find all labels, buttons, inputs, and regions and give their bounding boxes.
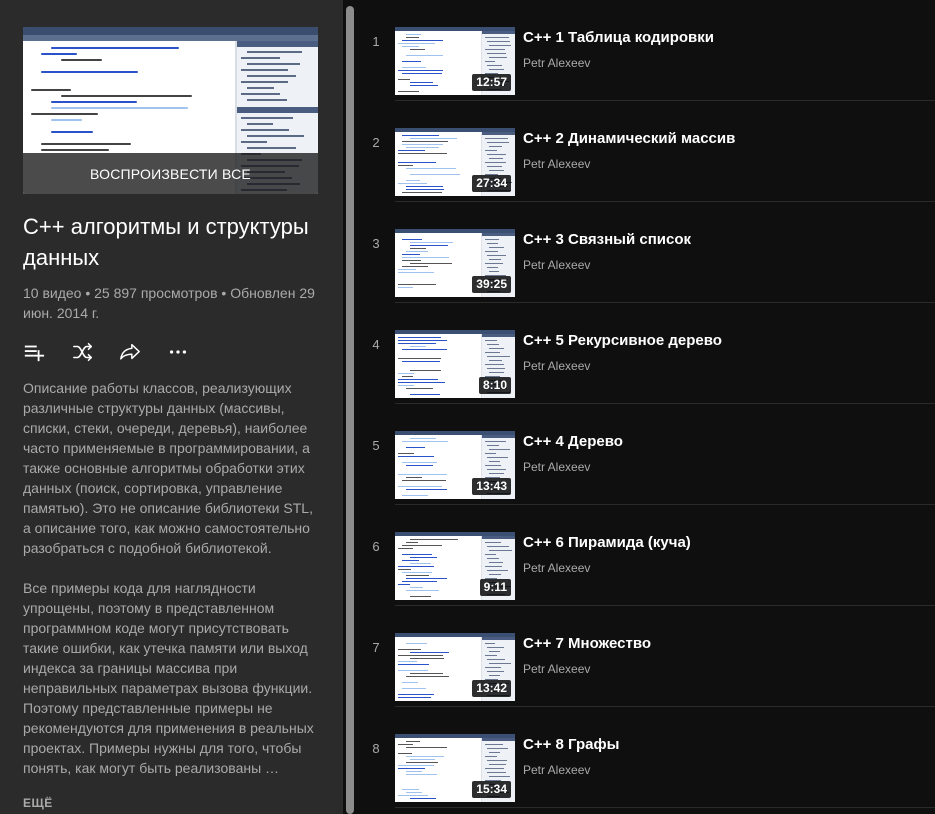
video-index: 1 — [372, 34, 380, 49]
video-channel[interactable]: Petr Alexeev — [523, 662, 590, 676]
video-title[interactable]: C++ 7 Множество — [523, 635, 651, 652]
video-thumbnail[interactable]: 15:34 — [395, 734, 515, 802]
thumb-code-area — [395, 132, 481, 196]
play-all-label: ВОСПРОИЗВЕСТИ ВСЕ — [90, 165, 251, 182]
scrollbar-thumb[interactable] — [346, 6, 354, 814]
show-more-button[interactable]: ЕЩЁ — [23, 796, 53, 810]
playlist-video-item[interactable]: 1 12:57 C++ 1 Таблица кодировки Petr Alexee… — [357, 0, 935, 101]
playlist-video-item[interactable]: 5 13:43 C++ 4 Дерево Petr Alexeev — [357, 404, 935, 505]
video-thumbnail[interactable]: 13:42 — [395, 633, 515, 701]
video-channel[interactable]: Petr Alexeev — [523, 56, 590, 70]
video-title[interactable]: C++ 8 Графы — [523, 736, 619, 753]
video-duration: 9:11 — [479, 579, 511, 596]
video-thumbnail[interactable]: 9:11 — [395, 532, 515, 600]
thumb-code-area — [395, 334, 481, 398]
playlist-actions — [23, 340, 215, 364]
video-duration: 13:43 — [472, 478, 511, 495]
video-thumbnail[interactable]: 8:10 — [395, 330, 515, 398]
video-title[interactable]: C++ 2 Динамический массив — [523, 130, 735, 147]
playlist-description: Описание работы классов, реализующих раз… — [23, 378, 323, 798]
video-index: 6 — [372, 539, 380, 554]
video-channel[interactable]: Petr Alexeev — [523, 460, 590, 474]
video-duration: 39:25 — [472, 276, 511, 293]
add-to-queue-button[interactable] — [23, 340, 71, 364]
thumb-code-area — [395, 536, 481, 600]
video-thumbnail[interactable]: 39:25 — [395, 229, 515, 297]
description-paragraph-2: Все примеры кода для наглядности упрощен… — [23, 580, 314, 776]
share-icon — [120, 343, 140, 360]
video-index: 2 — [372, 135, 380, 150]
video-channel[interactable]: Petr Alexeev — [523, 157, 590, 171]
video-thumbnail[interactable]: 13:43 — [395, 431, 515, 499]
shuffle-icon — [73, 342, 93, 362]
share-button[interactable] — [119, 340, 167, 364]
video-duration: 13:42 — [472, 680, 511, 697]
more-horizontal-icon — [169, 350, 187, 354]
playlist-title: C++ алгоритмы и структуры данных — [23, 214, 309, 270]
thumb-code-area — [395, 637, 481, 701]
shuffle-button[interactable] — [71, 340, 119, 364]
video-index: 4 — [372, 337, 380, 352]
video-thumbnail[interactable]: 27:34 — [395, 128, 515, 196]
thumb-code-area — [395, 738, 481, 802]
thumb-code-area — [395, 31, 481, 95]
video-index: 5 — [372, 438, 380, 453]
video-title[interactable]: C++ 6 Пирамида (куча) — [523, 534, 691, 551]
video-title[interactable]: C++ 4 Дерево — [523, 433, 623, 450]
video-duration: 15:34 — [472, 781, 511, 798]
video-index: 7 — [372, 640, 380, 655]
ide-titlebar — [23, 27, 318, 35]
video-duration: 12:57 — [472, 74, 511, 91]
playlist-video-item[interactable]: 7 13:42 C++ 7 Множество Petr Alexeev — [357, 606, 935, 707]
video-channel[interactable]: Petr Alexeev — [523, 763, 590, 777]
description-paragraph-1: Описание работы классов, реализующих раз… — [23, 380, 313, 556]
video-channel[interactable]: Petr Alexeev — [523, 359, 590, 373]
playlist-add-icon — [24, 345, 45, 362]
video-index: 3 — [372, 236, 380, 251]
playlist-header-panel: ВОСПРОИЗВЕСТИ ВСЕ C++ алгоритмы и структ… — [0, 0, 343, 814]
more-actions-button[interactable] — [167, 340, 215, 364]
playlist-video-item[interactable]: 4 8:10 C++ 5 Рекурсивное дерево Petr Alexee… — [357, 303, 935, 404]
playlist-video-item[interactable]: 3 39:25 C++ 3 Связный список Petr Alexeev — [357, 202, 935, 303]
video-title[interactable]: C++ 3 Связный список — [523, 231, 691, 248]
video-thumbnail[interactable]: 12:57 — [395, 27, 515, 95]
item-divider — [395, 807, 935, 808]
playlist-video-list: 1 12:57 C++ 1 Таблица кодировки Petr Alexee… — [357, 0, 935, 814]
thumb-code-area — [395, 435, 481, 499]
play-all-button[interactable]: ВОСПРОИЗВЕСТИ ВСЕ — [23, 153, 318, 194]
video-duration: 8:10 — [478, 377, 511, 394]
video-channel[interactable]: Petr Alexeev — [523, 258, 590, 272]
video-title[interactable]: C++ 5 Рекурсивное дерево — [523, 332, 722, 349]
thumb-code-area — [395, 233, 481, 297]
video-duration: 27:34 — [472, 175, 511, 192]
video-title[interactable]: C++ 1 Таблица кодировки — [523, 29, 714, 46]
playlist-stats: 10 видео • 25 897 просмотров • Обновлен … — [23, 285, 315, 321]
playlist-video-item[interactable]: 2 27:34 C++ 2 Динамический массив Petr Alex… — [357, 101, 935, 202]
video-channel[interactable]: Petr Alexeev — [523, 561, 590, 575]
video-index: 8 — [372, 741, 380, 756]
playlist-video-item[interactable]: 8 15:34 C++ 8 Графы Petr Alexeev — [357, 707, 935, 808]
playlist-video-item[interactable]: 6 9:11 C++ 6 Пирамида (куча) Petr Alexeev — [357, 505, 935, 606]
playlist-thumbnail[interactable]: ВОСПРОИЗВЕСТИ ВСЕ — [23, 27, 318, 194]
